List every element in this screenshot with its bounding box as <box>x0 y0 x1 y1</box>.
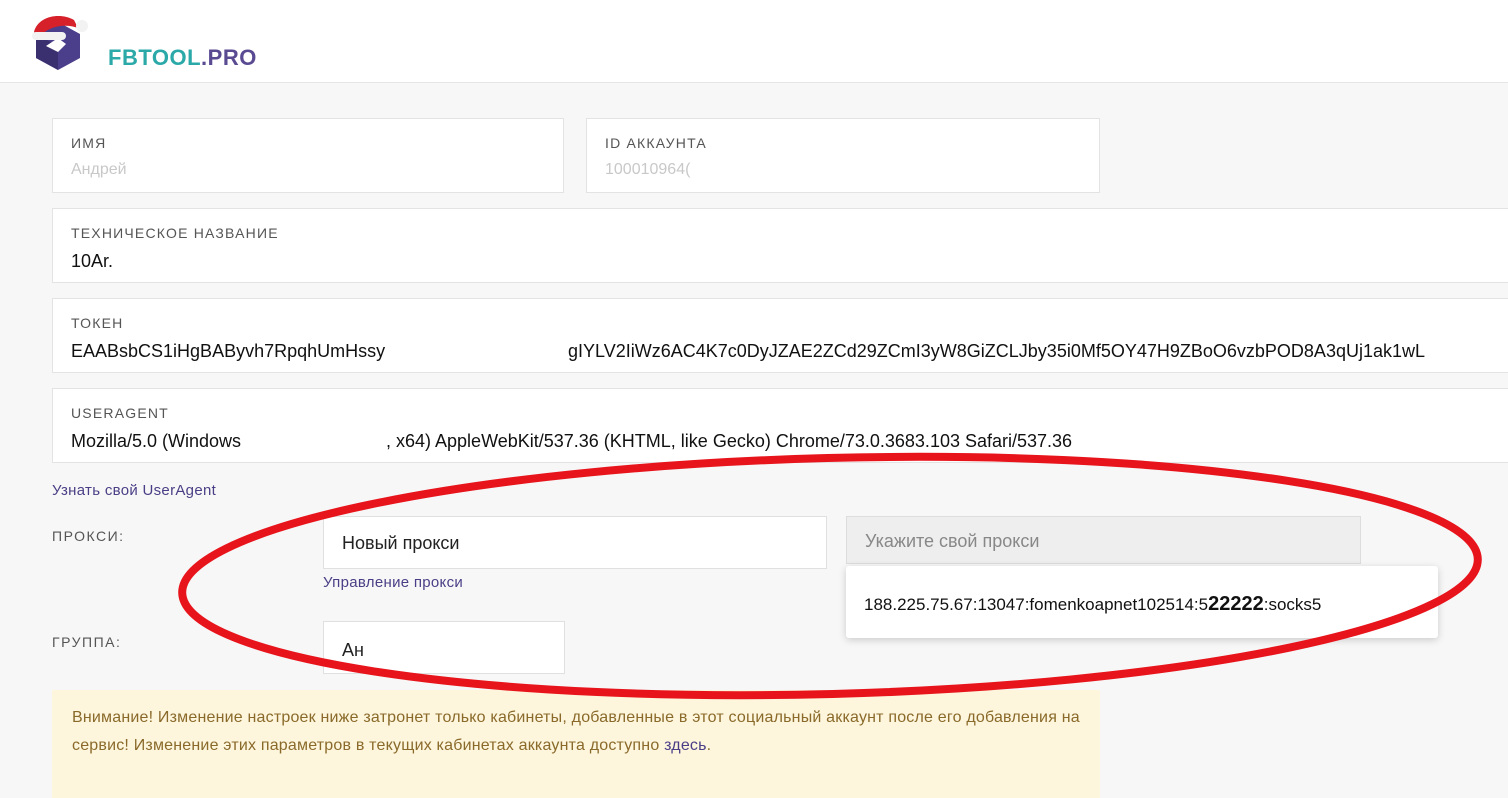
token-value-start: EAABsbCS1iHgBAByvh7RpqhUmHssy <box>71 341 386 361</box>
warning-text: Внимание! Изменение настроек ниже затрон… <box>72 704 1080 760</box>
warning-tail: . <box>706 737 712 754</box>
account-id-field[interactable]: ID АККАУНТА 100010964( <box>586 118 1100 193</box>
tech-name-field[interactable]: ТЕХНИЧЕСКОЕ НАЗВАНИЕ 10Ar. <box>52 208 1508 283</box>
useragent-label: USERAGENT <box>71 405 169 421</box>
name-value: Андрей <box>71 161 127 178</box>
proxy-select-value: Новый прокси <box>342 533 460 553</box>
useragent-value-start: Mozilla/5.0 (Windows <box>71 431 242 451</box>
useragent-field[interactable]: USERAGENT Mozilla/5.0 (Windows , x64) Ap… <box>52 388 1508 463</box>
group-label: ГРУППА: <box>52 634 122 650</box>
warning-message: Внимание! Изменение настроек ниже затрон… <box>72 709 1080 754</box>
brand-suffix: .PRO <box>201 45 257 70</box>
custom-proxy-input[interactable]: Укажите свой прокси <box>846 516 1361 564</box>
proxy-suggestion-end: :socks5 <box>1263 595 1322 614</box>
santa-cube-logo-icon <box>32 16 88 70</box>
name-label: ИМЯ <box>71 135 107 151</box>
account-id-label: ID АККАУНТА <box>605 135 707 151</box>
token-value-end: gIYLV2IiWz6AC4K7c0DyJZAE2ZCd29ZCmI3yW8Gi… <box>568 341 1426 361</box>
token-field[interactable]: ТОКЕН EAABsbCS1iHgBAByvh7RpqhUmHssy gIYL… <box>52 298 1508 373</box>
brand-prefix: FBTOOL <box>108 45 202 70</box>
find-useragent-link[interactable]: Узнать свой UserAgent <box>52 482 216 499</box>
fbtool-logo[interactable]: FBTOOL.PRO <box>28 12 256 72</box>
brand-name: FBTOOL.PRO <box>108 45 257 71</box>
top-bar: FBTOOL.PRO <box>0 0 1508 83</box>
group-select-value: Ан <box>342 640 364 660</box>
useragent-value-end: , x64) AppleWebKit/537.36 (KHTML, like G… <box>386 431 1073 451</box>
group-select[interactable]: Ан <box>323 621 565 674</box>
manage-proxy-link[interactable]: Управление прокси <box>323 574 463 591</box>
proxy-suggestion-bold: 22222 <box>1208 593 1264 615</box>
token-label: ТОКЕН <box>71 315 124 331</box>
warning-alert: Внимание! Изменение настроек ниже затрон… <box>52 690 1100 798</box>
proxy-suggestion-start: 188.225.75.67:13047:fomenkoapnet102514:5 <box>864 595 1209 614</box>
custom-proxy-placeholder: Укажите свой прокси <box>865 531 1040 551</box>
warning-here-link[interactable]: здесь <box>664 737 707 754</box>
name-field[interactable]: ИМЯ Андрей <box>52 118 564 193</box>
tech-name-label: ТЕХНИЧЕСКОЕ НАЗВАНИЕ <box>71 225 279 241</box>
tech-name-value: 10Ar. <box>71 251 114 271</box>
account-id-value: 100010964( <box>605 161 691 178</box>
proxy-label: ПРОКСИ: <box>52 528 125 544</box>
proxy-suggestion-item[interactable]: 188.225.75.67:13047:fomenkoapnet102514:5… <box>864 593 1321 616</box>
proxy-select[interactable]: Новый прокси <box>323 516 827 569</box>
proxy-suggestion-dropdown: 188.225.75.67:13047:fomenkoapnet102514:5… <box>846 566 1438 638</box>
